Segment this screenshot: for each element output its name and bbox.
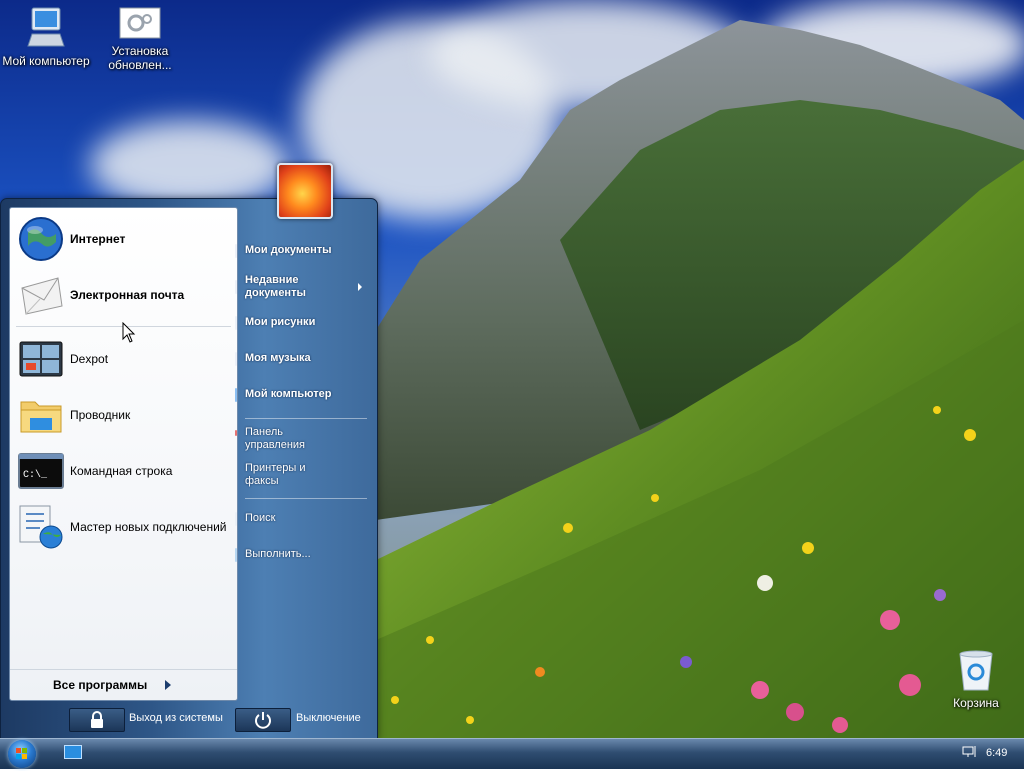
envelope-icon xyxy=(18,272,64,318)
computer-icon xyxy=(235,388,237,402)
right-item-label: Недавние xyxy=(245,274,299,286)
all-programs-button[interactable]: Все программы xyxy=(10,669,237,700)
arrow-right-icon xyxy=(165,680,172,690)
lock-icon xyxy=(91,711,103,728)
control-panel-icon xyxy=(235,430,237,436)
run-icon xyxy=(235,548,237,562)
pinned-item-internet[interactable]: Интернет xyxy=(18,215,234,263)
recent-item-label: Мастер новых подключений xyxy=(70,520,227,534)
pinned-item-email[interactable]: Электронная почта xyxy=(18,271,234,319)
settings-window-icon xyxy=(118,6,162,40)
dexpot-icon xyxy=(18,336,64,382)
recent-item-explorer[interactable]: Проводник xyxy=(18,391,234,439)
command-prompt-icon: C:\_ xyxy=(18,448,64,494)
recycle-bin-icon xyxy=(956,648,996,692)
recent-documents-icon xyxy=(235,280,237,294)
pinned-item-label: Электронная почта xyxy=(70,288,185,302)
right-item-control-panel[interactable]: Панель управления xyxy=(235,426,305,452)
folder-explorer-icon xyxy=(18,392,64,438)
taskbar xyxy=(0,738,1024,769)
right-item-label: документы xyxy=(245,287,306,299)
desktop-icon-label: Установка обновлен... xyxy=(108,44,172,72)
user-picture[interactable] xyxy=(277,163,333,219)
right-item-label: управления xyxy=(245,439,305,451)
recent-item-label: Dexpot xyxy=(70,352,109,366)
network-wizard-icon xyxy=(18,504,64,550)
right-item-label: Мои рисунки xyxy=(245,316,316,328)
recent-item-label: Проводник xyxy=(70,408,131,422)
power-icon xyxy=(255,712,271,729)
right-item-label: Принтеры и xyxy=(245,462,306,474)
right-item-label: Поиск xyxy=(245,512,276,524)
logoff-button[interactable] xyxy=(69,708,125,732)
mouse-cursor-icon xyxy=(122,322,136,343)
windows-logo-icon xyxy=(16,748,27,759)
documents-icon xyxy=(235,244,237,258)
right-item-label: Выполнить... xyxy=(245,548,311,560)
right-item-label: факсы xyxy=(245,475,279,487)
right-item-label: Мои документы xyxy=(245,244,332,256)
right-item-run[interactable]: Выполнить... xyxy=(235,548,311,562)
svg-text:C:\_: C:\_ xyxy=(23,469,48,481)
pinned-item-label: Интернет xyxy=(70,232,126,246)
desktop-icon-my-computer[interactable]: Мой компьютер xyxy=(0,6,94,68)
right-item-printers[interactable]: Принтеры и факсы xyxy=(245,462,306,488)
separator xyxy=(245,418,367,419)
right-item-search[interactable]: Поиск xyxy=(235,512,276,526)
recent-item-network-wizard[interactable]: Мастер новых подключений xyxy=(18,503,234,551)
right-item-label: Моя музыка xyxy=(245,352,311,364)
desktop-icon-update-setup[interactable]: Установка обновлен... xyxy=(90,6,190,72)
desktop-icon-label: Мой компьютер xyxy=(2,54,90,68)
shutdown-button[interactable] xyxy=(235,708,291,732)
start-menu: Интернет Электронная почта Dexpot Провод… xyxy=(0,198,378,740)
computer-icon xyxy=(24,6,68,50)
desktop-icon-recycle-bin[interactable]: Корзина xyxy=(928,648,1024,710)
chevron-right-icon xyxy=(358,283,362,291)
globe-icon xyxy=(18,216,64,262)
right-item-my-pictures[interactable]: Мои рисунки xyxy=(235,316,316,330)
logoff-label[interactable]: Выход из системы xyxy=(129,712,223,724)
search-icon xyxy=(235,512,237,526)
start-button[interactable] xyxy=(8,740,36,768)
desktop-icon-label: Корзина xyxy=(953,696,999,710)
start-menu-programs-pane: Интернет Электронная почта Dexpot Провод… xyxy=(9,207,238,701)
show-desktop-icon[interactable] xyxy=(64,745,82,759)
right-item-label: Мой компьютер xyxy=(245,388,332,400)
shutdown-label[interactable]: Выключение xyxy=(296,712,361,724)
separator xyxy=(245,498,367,499)
network-tray-icon[interactable] xyxy=(962,745,978,759)
recent-item-cmd[interactable]: C:\_ Командная строка xyxy=(18,447,234,495)
right-item-my-music[interactable]: Моя музыка xyxy=(235,352,311,366)
all-programs-label: Все программы xyxy=(53,678,148,692)
taskbar-clock[interactable]: 6:49 xyxy=(986,747,1007,759)
right-item-label: Панель xyxy=(245,426,284,438)
right-item-recent-documents[interactable]: Недавние документы xyxy=(235,274,306,300)
pictures-icon xyxy=(235,316,237,330)
recent-item-label: Командная строка xyxy=(70,464,173,478)
right-item-my-computer[interactable]: Мой компьютер xyxy=(235,388,332,402)
right-item-my-documents[interactable]: Мои документы xyxy=(235,244,332,258)
music-icon xyxy=(235,352,237,366)
